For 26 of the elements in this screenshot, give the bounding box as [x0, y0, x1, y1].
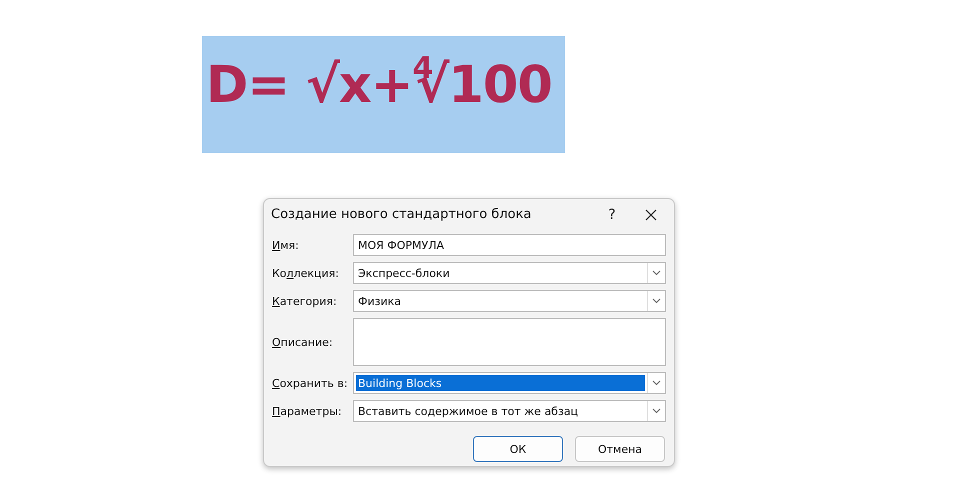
chevron-down-icon	[652, 270, 661, 276]
field-label: Параметры:	[272, 404, 343, 418]
chevron-down-icon	[652, 298, 661, 304]
window-title: Создание нового стандартного блока	[271, 207, 532, 222]
dropdown-field[interactable]: Вставить содержимое в тот же абзац	[353, 400, 666, 422]
field-label: Коллекция:	[272, 266, 340, 280]
dropdown-value: Building Blocks	[356, 375, 645, 391]
ok-button[interactable]: ОК	[473, 436, 563, 462]
field-label: Категория:	[272, 294, 338, 308]
field-label: Сохранить в:	[272, 376, 349, 390]
field-label: Имя:	[272, 238, 300, 252]
cancel-button[interactable]: Отмена	[575, 436, 665, 462]
help-button[interactable]: ?	[594, 206, 630, 224]
description-field[interactable]	[353, 318, 666, 366]
field-label: Описание:	[272, 336, 334, 348]
text-field[interactable]: МОЯ ФОРМУЛА	[353, 234, 666, 256]
dropdown-field[interactable]: Building Blocks	[353, 372, 666, 394]
chevron-down-icon	[652, 380, 661, 386]
close-icon	[645, 208, 657, 220]
dropdown-value: Вставить содержимое в тот же абзац	[357, 404, 580, 419]
formula-text: D= √x+$^{4}$√100	[205, 56, 552, 115]
dropdown-field[interactable]: Физика	[353, 290, 666, 312]
dropdown-value: Физика	[357, 294, 402, 309]
chevron-down-icon	[652, 408, 661, 414]
dropdown-field[interactable]: Экспресс-блоки	[353, 262, 666, 284]
dropdown-value: Экспресс-блоки	[357, 266, 451, 281]
